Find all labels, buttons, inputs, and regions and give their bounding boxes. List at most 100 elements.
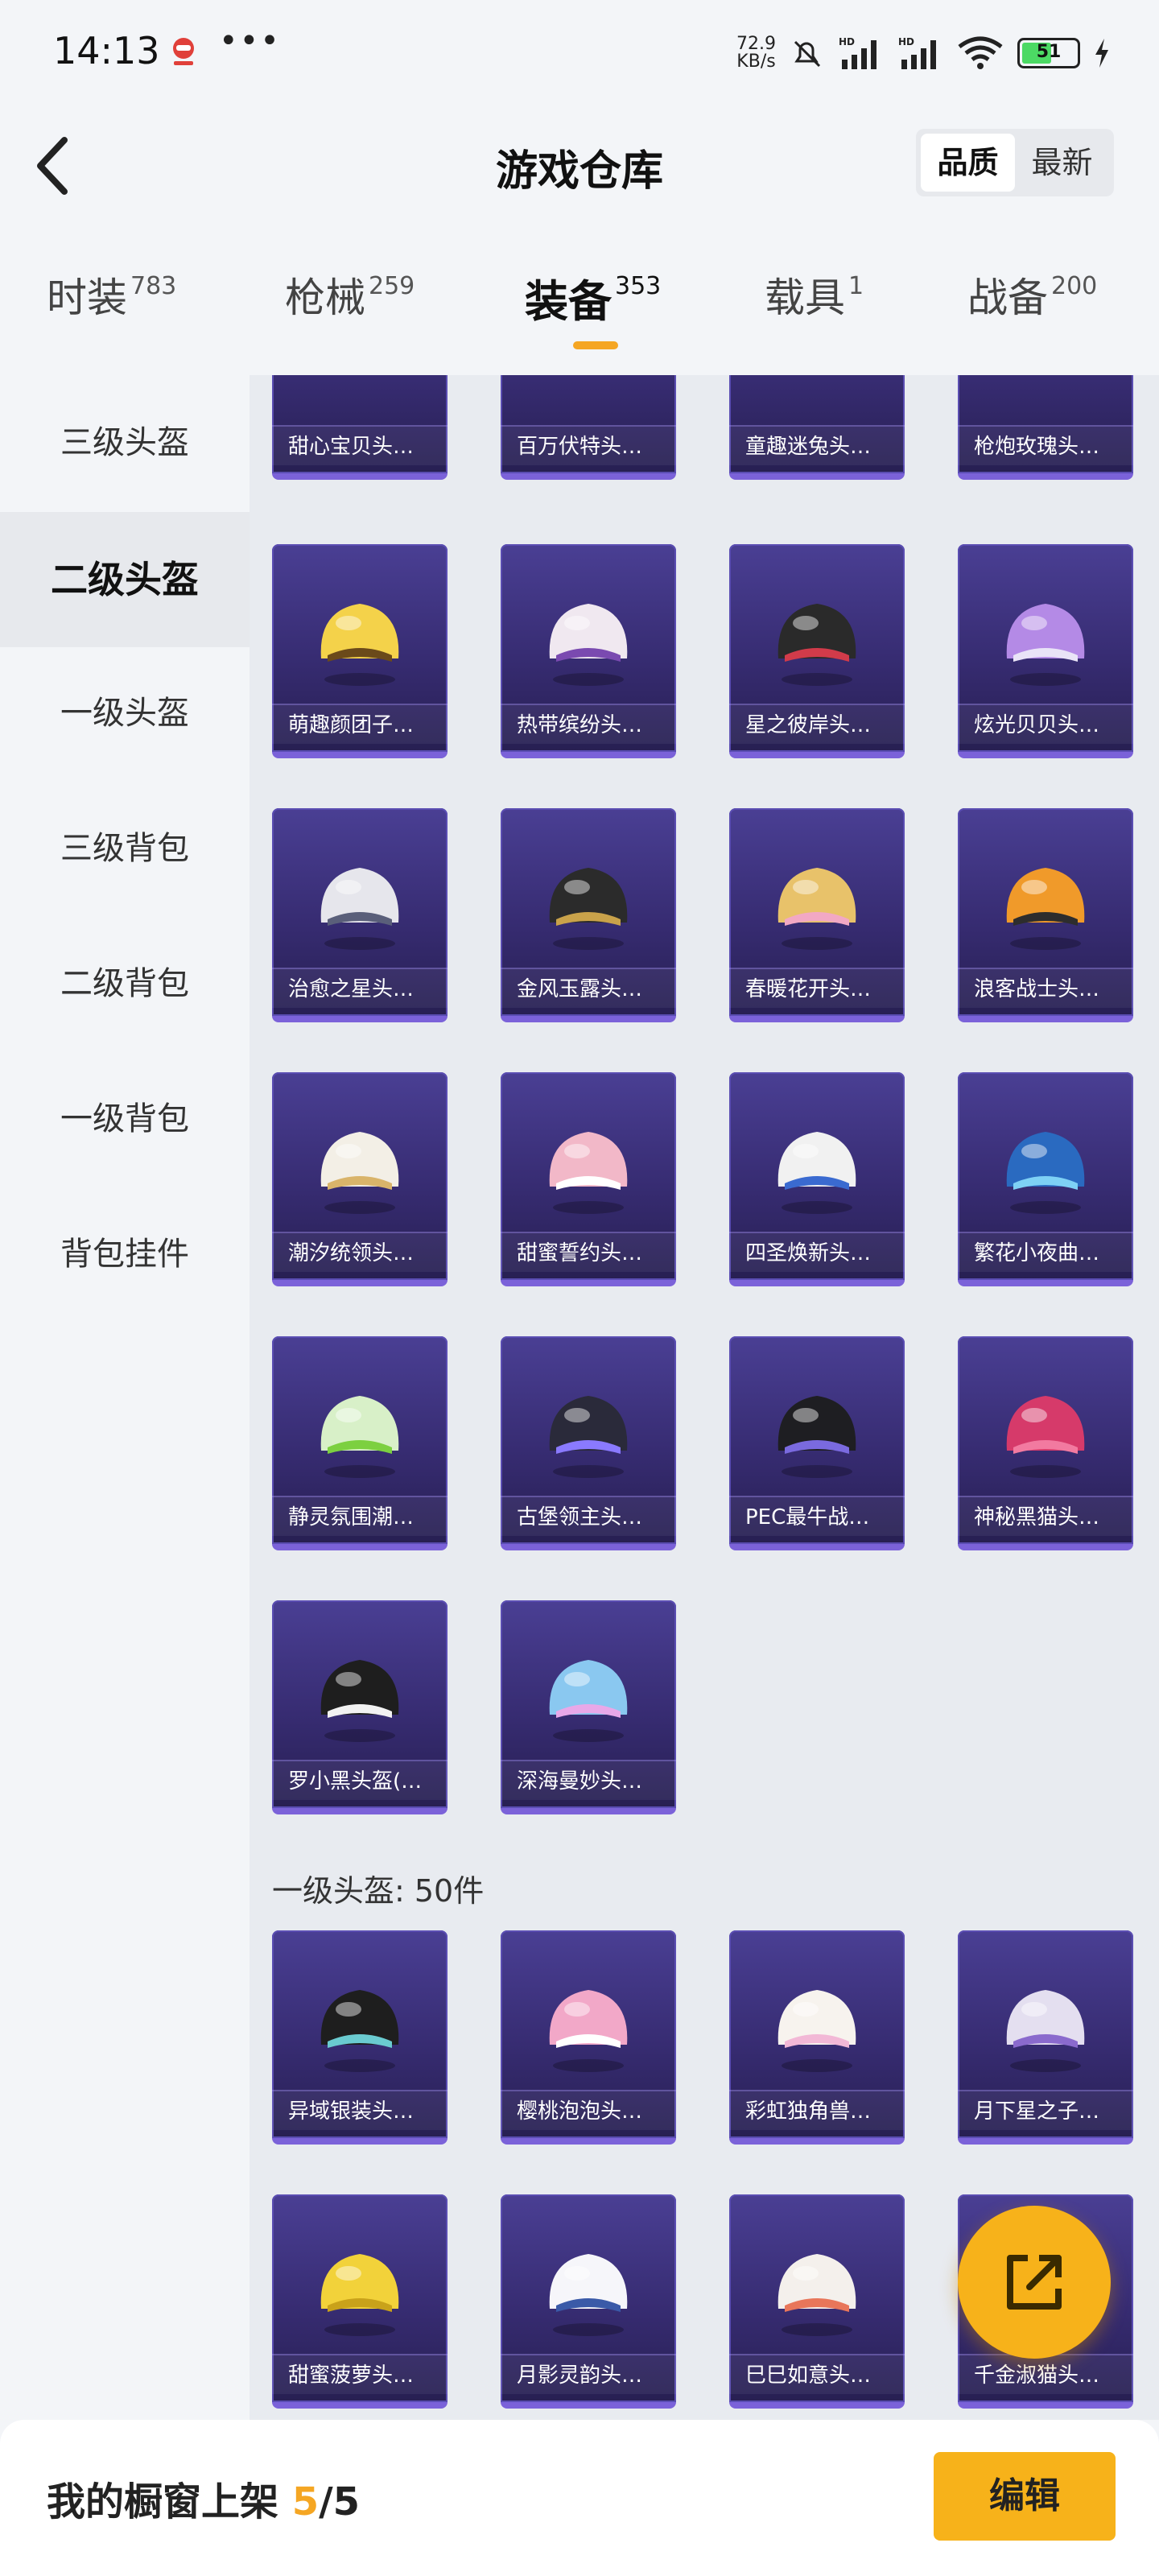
battery-icon: 51 [1017,38,1080,68]
item-card[interactable]: 巳巳如意头… [729,2194,905,2409]
item-name: 异域银装头… [272,2090,448,2130]
item-card[interactable]: 四圣焕新头… [729,1072,905,1286]
sidebar-item-level3-helmet[interactable]: 三级头盔 [0,375,250,510]
helmet-icon [777,604,856,686]
signal-hd-icon: HD [839,36,876,69]
item-name: 繁花小夜曲… [958,1232,1133,1272]
item-grid: 一级头盔: 50件 甜心宝贝头… 百万伏特头… 童趣迷兔头… 枪炮玫瑰头… 萌趣颜团子…… [250,375,1159,2420]
tab-supplies[interactable]: 战备 200 [967,266,1097,362]
helmet-icon [549,1660,628,1742]
item-card[interactable]: 炫光贝贝头… [958,544,1133,758]
signal-hd-icon: HD [898,36,936,69]
tab-label: 枪械 [285,275,365,321]
network-speed: 72.9 KB/s [736,35,776,71]
item-name: 四圣焕新头… [729,1232,905,1272]
tab-vehicles[interactable]: 载具 1 [765,266,864,362]
app-notification-icon [173,38,194,65]
item-name: 春暖花开头… [729,968,905,1008]
item-card[interactable]: 百万伏特头… [501,375,676,480]
item-card[interactable]: 樱桃泡泡头… [501,1930,676,2145]
item-name: 甜蜜菠萝头… [272,2354,448,2394]
item-name: 月下星之子… [958,2090,1133,2130]
item-card[interactable]: 春暖花开头… [729,808,905,1022]
item-name: 神秘黑猫头… [958,1496,1133,1536]
item-name: 金风玉露头… [501,968,676,1008]
item-name: 月影灵韵头… [501,2354,676,2394]
sidebar-item-backpack-charm[interactable]: 背包挂件 [0,1187,250,1322]
item-card[interactable]: 金风玉露头… [501,808,676,1022]
sidebar-item-level1-backpack[interactable]: 一级背包 [0,1051,250,1187]
tab-label: 载具 [765,275,845,321]
item-name: 罗小黑头盔(… [272,1760,448,1800]
item-card[interactable]: 潮汐统领头… [272,1072,448,1286]
item-name: 枪炮玫瑰头… [958,425,1133,465]
helmet-icon [320,868,399,950]
item-card[interactable]: 甜蜜誓约头… [501,1072,676,1286]
item-card[interactable]: 童趣迷兔头… [729,375,905,480]
item-card[interactable]: 神秘黑猫头… [958,1336,1133,1550]
tab-count: 783 [130,272,177,300]
category-tabs: 时装 783 枪械 259 装备 353 载具 1 战备 200 [0,266,1159,362]
app-root: 14:13 ••• 72.9 KB/s HD HD 51 游戏仓库 品质 最新 … [0,0,1159,2576]
item-name: 星之彼岸头… [729,704,905,744]
sort-option-latest[interactable]: 最新 [1015,134,1109,192]
helmet-icon [549,868,628,950]
sort-toggle: 品质 最新 [916,129,1114,196]
tab-count: 353 [615,272,662,300]
edit-button[interactable]: 编辑 [934,2452,1116,2541]
helmet-icon [777,2254,856,2336]
network-speed-unit: KB/s [736,52,776,72]
helmet-icon [549,2254,628,2336]
item-card[interactable]: 治愈之星头… [272,808,448,1022]
item-card[interactable]: 甜心宝贝头… [272,375,448,480]
item-card[interactable]: 繁花小夜曲… [958,1072,1133,1286]
bottom-bar: 我的橱窗上架 5/5 编辑 [0,2420,1159,2576]
helmet-icon [1006,604,1085,686]
item-card[interactable]: 热带缤纷头… [501,544,676,758]
item-card[interactable]: 深海曼妙头… [501,1600,676,1814]
item-card[interactable]: 静灵氛围潮… [272,1336,448,1550]
charging-icon [1095,39,1108,68]
helmet-icon [549,1990,628,2072]
tab-firearms[interactable]: 枪械 259 [285,266,415,362]
item-name: 童趣迷兔头… [729,425,905,465]
item-card[interactable]: 枪炮玫瑰头… [958,375,1133,480]
item-name: 甜心宝贝头… [272,425,448,465]
item-card[interactable]: PEC最牛战… [729,1336,905,1550]
sidebar-item-level3-backpack[interactable]: 三级背包 [0,781,250,916]
share-button[interactable] [958,2206,1111,2359]
item-card[interactable]: 萌趣颜团子… [272,544,448,758]
sidebar-item-level1-helmet[interactable]: 一级头盔 [0,646,250,781]
item-card[interactable]: 浪客战士头… [958,808,1133,1022]
item-card[interactable]: 月影灵韵头… [501,2194,676,2409]
sort-option-quality[interactable]: 品质 [921,134,1015,192]
helmet-icon [320,1990,399,2072]
tab-equipment[interactable]: 装备 353 [525,266,661,362]
status-bar: 14:13 ••• 72.9 KB/s HD HD 51 [0,0,1159,105]
tab-fashion[interactable]: 时装 783 [47,266,176,362]
item-name: 炫光贝贝头… [958,704,1133,744]
item-card[interactable]: 异域银装头… [272,1930,448,2145]
item-card[interactable]: 甜蜜菠萝头… [272,2194,448,2409]
tab-label: 战备 [967,275,1048,321]
top-header: 游戏仓库 品质 最新 [0,105,1159,225]
item-card[interactable]: 彩虹独角兽… [729,1930,905,2145]
sidebar-item-level2-helmet[interactable]: 二级头盔 [0,512,250,647]
item-card[interactable]: 罗小黑头盔(… [272,1600,448,1814]
helmet-icon [1006,1990,1085,2072]
item-card[interactable]: 星之彼岸头… [729,544,905,758]
item-card[interactable]: 古堡领主头… [501,1336,676,1550]
battery-level: 51 [1036,42,1062,62]
helmet-icon [1006,1132,1085,1214]
item-card[interactable]: 月下星之子… [958,1930,1133,2145]
showcase-count-current: 5 [291,2479,320,2524]
item-name: 浪客战士头… [958,968,1133,1008]
tab-count: 259 [369,272,415,300]
item-name: 古堡领主头… [501,1496,676,1536]
helmet-icon [777,1396,856,1478]
sidebar-item-level2-backpack[interactable]: 二级背包 [0,916,250,1051]
item-name: 治愈之星头… [272,968,448,1008]
showcase-status: 我的橱窗上架 5/5 [47,2470,360,2526]
item-name: PEC最牛战… [729,1496,905,1536]
helmet-icon [549,1132,628,1214]
